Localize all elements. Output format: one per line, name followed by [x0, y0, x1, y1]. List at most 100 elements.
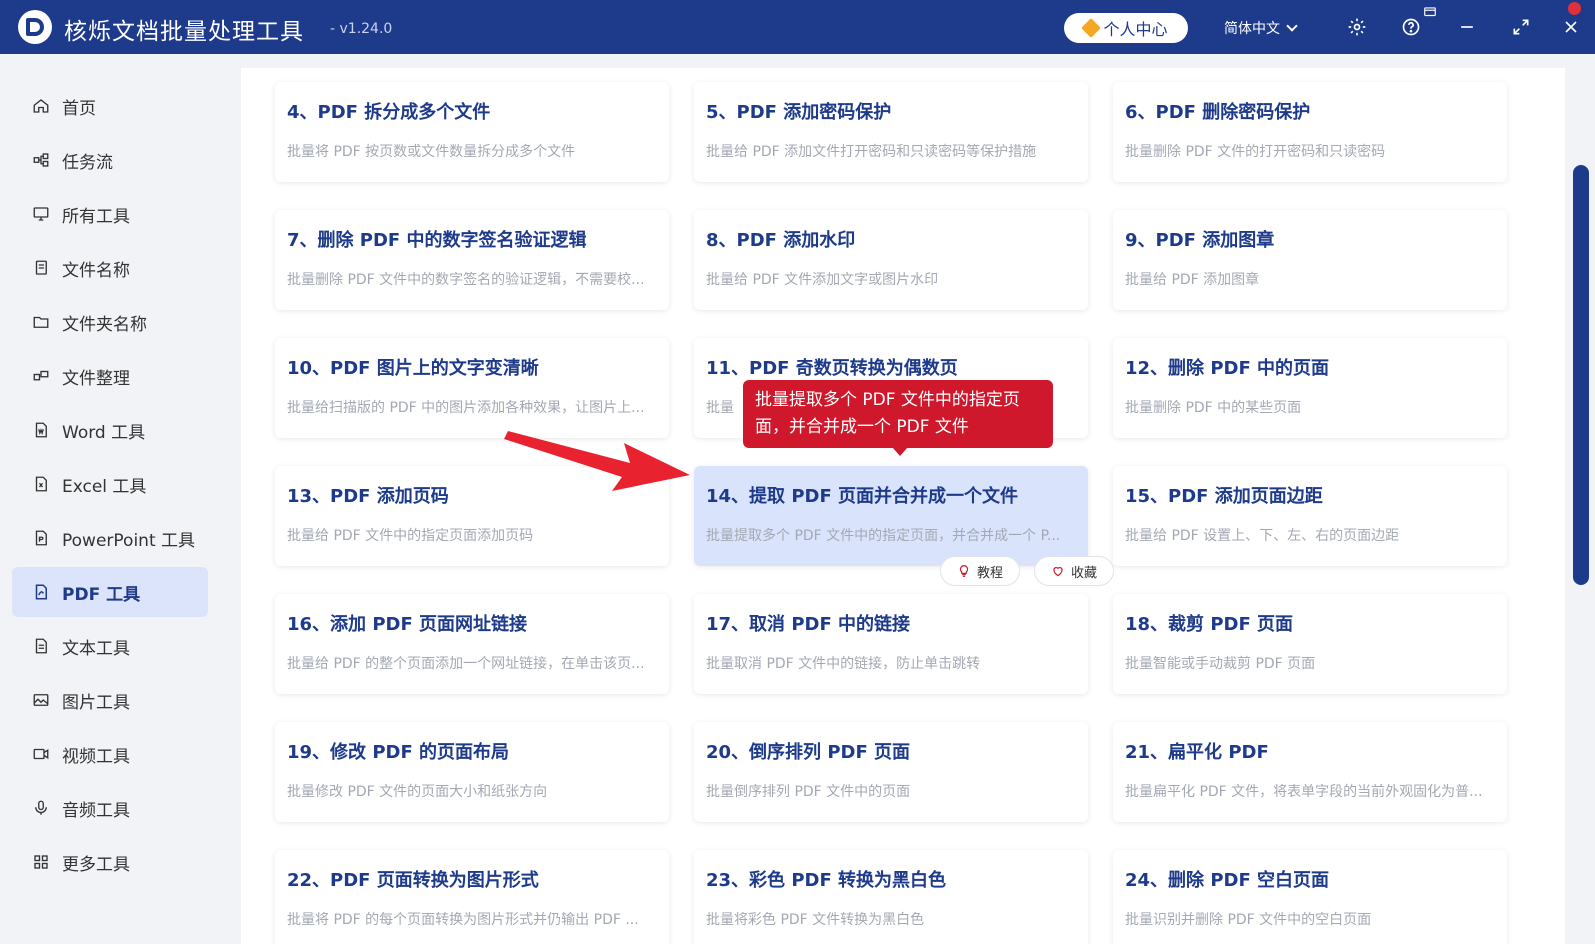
sidebar-item-workflow[interactable]: 任务流 [12, 135, 208, 185]
sidebar-item-all-tools[interactable]: 所有工具 [12, 189, 208, 239]
tool-card[interactable]: 21、扁平化 PDF 批量扁平化 PDF 文件，将表单字段的当前外观固化为普..… [1113, 722, 1507, 822]
tool-card-title: 12、删除 PDF 中的页面 [1125, 358, 1330, 379]
sidebar-item-home[interactable]: 首页 [12, 81, 208, 131]
tool-card-title: 7、删除 PDF 中的数字签名验证逻辑 [287, 230, 587, 251]
tutorial-button[interactable]: 教程 [940, 556, 1020, 586]
tool-card-desc: 批量给 PDF 文件中的指定页面添加页码 [287, 528, 534, 544]
tool-card[interactable]: 22、PDF 页面转换为图片形式 批量将 PDF 的每个页面转换为图片形式并仍输… [275, 850, 669, 944]
sidebar-item-more[interactable]: 更多工具 [12, 837, 208, 887]
tool-card[interactable]: 19、修改 PDF 的页面布局 批量修改 PDF 文件的页面大小和纸张方向 [275, 722, 669, 822]
annotation-arrow-icon [504, 431, 690, 491]
app-logo-icon [18, 10, 52, 44]
tool-card[interactable]: 24、删除 PDF 空白页面 批量识别并删除 PDF 文件中的空白页面 [1113, 850, 1507, 944]
tool-card-title: 4、PDF 拆分成多个文件 [287, 102, 491, 123]
tool-card-title: 21、扁平化 PDF [1125, 742, 1269, 763]
sidebar-item-label: 文件整理 [62, 368, 130, 389]
tool-card-title: 10、PDF 图片上的文字变清晰 [287, 358, 539, 379]
sidebar: 首页 任务流 所有工具 文件名称 文件夹名称 文件整理 Word 工具 Exce… [0, 54, 222, 944]
sidebar-item-pdf[interactable]: PDF 工具 [12, 567, 208, 617]
workflow-icon [32, 151, 50, 169]
pdf-icon [32, 583, 50, 601]
tool-card[interactable]: 6、PDF 删除密码保护 批量删除 PDF 文件的打开密码和只读密码 [1113, 82, 1507, 182]
sidebar-item-video[interactable]: 视频工具 [12, 729, 208, 779]
sidebar-item-label: 更多工具 [62, 854, 130, 875]
tooltip-line: 面，并合并成一个 PDF 文件 [755, 417, 969, 437]
scrollbar-thumb[interactable] [1573, 165, 1589, 585]
file-copy-icon [32, 259, 50, 277]
tool-card-hovered[interactable]: 14、提取 PDF 页面并合并成一个文件 批量提取多个 PDF 文件中的指定页面… [694, 466, 1088, 566]
sidebar-item-label: Word 工具 [62, 422, 146, 443]
sidebar-item-folder-name[interactable]: 文件夹名称 [12, 297, 208, 347]
tool-card[interactable]: 8、PDF 添加水印 批量给 PDF 文件添加文字或图片水印 [694, 210, 1088, 310]
close-icon[interactable] [1558, 14, 1584, 40]
maximize-icon[interactable] [1508, 14, 1534, 40]
diamond-icon [1081, 18, 1102, 38]
tool-card-title: 9、PDF 添加图章 [1125, 230, 1275, 251]
tool-card[interactable]: 5、PDF 添加密码保护 批量给 PDF 添加文件打开密码和只读密码等保护措施 [694, 82, 1088, 182]
tool-card-desc: 批量将 PDF 按页数或文件数量拆分成多个文件 [287, 144, 576, 160]
sidebar-item-file-name[interactable]: 文件名称 [12, 243, 208, 293]
sidebar-item-label: 任务流 [62, 152, 113, 173]
message-icon[interactable] [1422, 4, 1438, 20]
excel-icon [32, 475, 50, 493]
favorite-button[interactable]: 收藏 [1034, 556, 1114, 586]
sidebar-item-file-organize[interactable]: 文件整理 [12, 351, 208, 401]
tool-card-desc: 批量修改 PDF 文件的页面大小和纸张方向 [287, 784, 548, 800]
tool-card[interactable]: 18、裁剪 PDF 页面 批量智能或手动裁剪 PDF 页面 [1113, 594, 1507, 694]
tool-card-title: 8、PDF 添加水印 [706, 230, 856, 251]
favorite-label: 收藏 [1070, 565, 1097, 581]
sidebar-item-excel[interactable]: Excel 工具 [12, 459, 208, 509]
sidebar-item-label: 文本工具 [62, 638, 130, 659]
tool-card-desc: 批量智能或手动裁剪 PDF 页面 [1125, 656, 1316, 672]
tool-card[interactable]: 9、PDF 添加图章 批量给 PDF 添加图章 [1113, 210, 1507, 310]
language-select[interactable]: 简体中文 [1224, 18, 1298, 38]
tool-card-title: 23、彩色 PDF 转换为黑白色 [706, 870, 947, 891]
sidebar-item-label: Excel 工具 [62, 476, 147, 497]
tool-card-desc: 批量给扫描版的 PDF 中的图片添加各种效果，让图片上... [287, 400, 645, 416]
tool-card-desc: 批量给 PDF 添加文件打开密码和只读密码等保护措施 [706, 144, 1037, 160]
folder-icon [32, 313, 50, 331]
sidebar-item-audio[interactable]: 音频工具 [12, 783, 208, 833]
user-center-label: 个人中心 [1103, 20, 1168, 39]
tool-card-desc: 批量提取多个 PDF 文件中的指定页面，并合并成一个 P... [706, 528, 1061, 544]
help-icon[interactable] [1398, 14, 1424, 40]
tool-card[interactable]: 7、删除 PDF 中的数字签名验证逻辑 批量删除 PDF 文件中的数字签名的验证… [275, 210, 669, 310]
tool-card[interactable]: 12、删除 PDF 中的页面 批量删除 PDF 中的某些页面 [1113, 338, 1507, 438]
tool-card[interactable]: 4、PDF 拆分成多个文件 批量将 PDF 按页数或文件数量拆分成多个文件 [275, 82, 669, 182]
tool-card-title: 24、删除 PDF 空白页面 [1125, 870, 1330, 891]
tool-card[interactable]: 15、PDF 添加页面边距 批量给 PDF 设置上、下、左、右的页面边距 [1113, 466, 1507, 566]
sidebar-item-label: 音频工具 [62, 800, 130, 821]
sidebar-item-label: 文件夹名称 [62, 314, 147, 335]
video-icon [32, 745, 50, 763]
tutorial-label: 教程 [976, 565, 1003, 581]
app-version: - v1.24.0 [330, 21, 393, 37]
sidebar-item-word[interactable]: Word 工具 [12, 405, 208, 455]
user-center-button[interactable]: 个人中心 [1064, 13, 1188, 43]
tool-card-title: 17、取消 PDF 中的链接 [706, 614, 911, 635]
sidebar-item-image[interactable]: 图片工具 [12, 675, 208, 725]
tool-card-desc: 批量给 PDF 的整个页面添加一个网址链接，在单击该页... [287, 656, 645, 672]
tool-card-title: 5、PDF 添加密码保护 [706, 102, 892, 123]
tool-card-desc: 批量给 PDF 文件添加文字或图片水印 [706, 272, 939, 288]
tooltip-arrow [892, 447, 908, 456]
tool-card-desc: 批量扁平化 PDF 文件，将表单字段的当前外观固化为普... [1125, 784, 1483, 800]
tool-card-title: 14、提取 PDF 页面并合并成一个文件 [706, 486, 1019, 507]
minimize-icon[interactable] [1454, 14, 1480, 40]
tool-card[interactable]: 23、彩色 PDF 转换为黑白色 批量将彩色 PDF 文件转换为黑白色 [694, 850, 1088, 944]
word-icon [32, 421, 50, 439]
tool-card[interactable]: 17、取消 PDF 中的链接 批量取消 PDF 文件中的链接，防止单击跳转 [694, 594, 1088, 694]
settings-gear-icon[interactable] [1344, 14, 1370, 40]
sidebar-item-text[interactable]: 文本工具 [12, 621, 208, 671]
tool-card-desc: 批量识别并删除 PDF 文件中的空白页面 [1125, 912, 1372, 928]
tool-card-title: 22、PDF 页面转换为图片形式 [287, 870, 539, 891]
organize-icon [32, 367, 50, 385]
tool-card[interactable]: 20、倒序排列 PDF 页面 批量倒序排列 PDF 文件中的页面 [694, 722, 1088, 822]
image-icon [32, 691, 50, 709]
tool-card-desc: 批量取消 PDF 文件中的链接，防止单击跳转 [706, 656, 981, 672]
tool-card-desc: 批量删除 PDF 中的某些页面 [1125, 400, 1302, 416]
tool-card-title: 20、倒序排列 PDF 页面 [706, 742, 911, 763]
tool-card-title: 18、裁剪 PDF 页面 [1125, 614, 1294, 635]
tool-card[interactable]: 10、PDF 图片上的文字变清晰 批量给扫描版的 PDF 中的图片添加各种效果，… [275, 338, 669, 438]
tool-card[interactable]: 16、添加 PDF 页面网址链接 批量给 PDF 的整个页面添加一个网址链接，在… [275, 594, 669, 694]
sidebar-item-powerpoint[interactable]: PowerPoint 工具 [12, 513, 208, 563]
